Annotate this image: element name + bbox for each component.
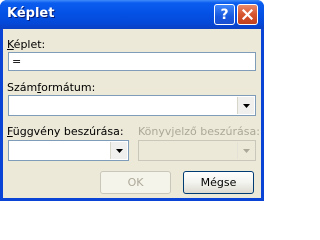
chevron-down-icon	[242, 148, 250, 153]
paste-bookmark-label: Könyvjelző beszúrása:	[138, 125, 260, 138]
number-format-select[interactable]	[8, 95, 256, 116]
title-bar[interactable]: Képlet ?	[0, 0, 264, 29]
dialog-body: Képlet: = Számformátum: Függvény beszúrá…	[3, 29, 261, 198]
close-button[interactable]	[237, 4, 258, 25]
help-button[interactable]: ?	[214, 4, 235, 25]
help-icon: ?	[220, 6, 229, 23]
ok-button: OK	[100, 171, 171, 194]
formula-input[interactable]: =	[8, 52, 256, 71]
cancel-button[interactable]: Mégse	[183, 171, 254, 194]
paste-function-select[interactable]	[8, 140, 129, 161]
paste-bookmark-select	[138, 140, 256, 161]
number-format-dropdown-button[interactable]	[237, 97, 254, 114]
chevron-down-icon	[242, 103, 250, 108]
paste-function-dropdown-button[interactable]	[110, 142, 127, 159]
paste-function-label: Függvény beszúrása:	[7, 125, 124, 138]
chevron-down-icon	[115, 148, 123, 153]
number-format-label: Számformátum:	[7, 81, 96, 94]
close-icon	[242, 9, 253, 20]
paste-bookmark-dropdown-button	[237, 142, 254, 159]
window-title: Képlet	[7, 6, 55, 21]
formula-label: Képlet:	[7, 38, 46, 51]
dialog-window: Képlet ? Képlet: = Számformátum: Függvén…	[0, 0, 264, 201]
